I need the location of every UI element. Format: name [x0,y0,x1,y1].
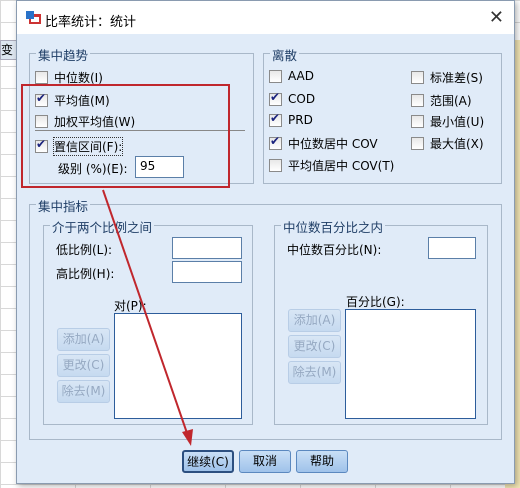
annotation-arrow [102,189,193,446]
